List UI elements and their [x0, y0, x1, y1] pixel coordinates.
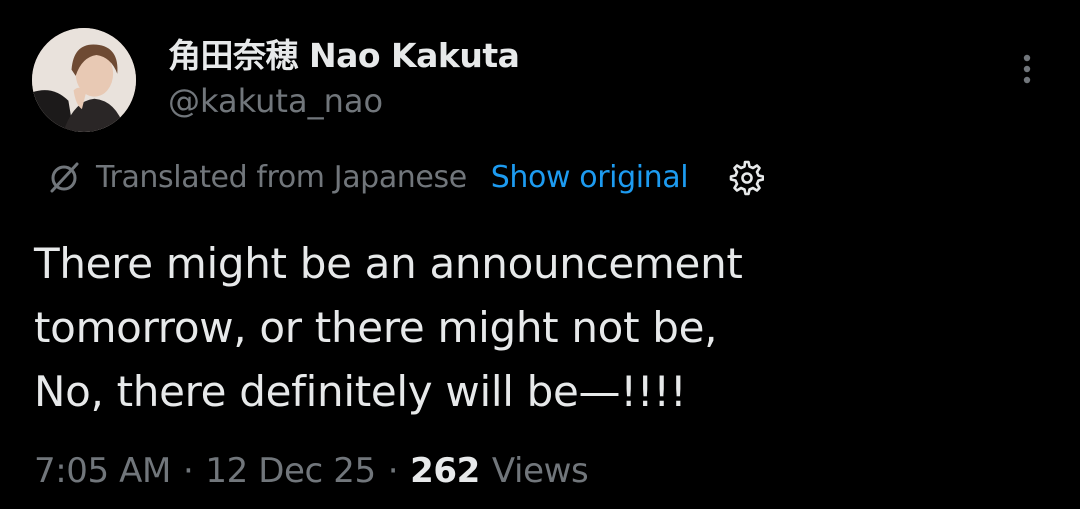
profile-photo-icon: [32, 28, 136, 132]
tweet-meta: 7:05 AM · 12 Dec 25 · 262 Views: [34, 446, 589, 496]
author-handle[interactable]: @kakuta_nao: [168, 82, 383, 120]
translation-bar: Translated from Japanese Show original: [46, 154, 765, 200]
tweet-body: There might be an announcement tomorrow,…: [34, 232, 1014, 424]
author-name-row: 角田奈穂 Nao Kakuta: [168, 29, 520, 77]
translate-slash-icon: [46, 159, 82, 195]
views-count[interactable]: 262: [410, 451, 480, 491]
meta-separator: ·: [182, 451, 194, 491]
author-display-name[interactable]: 角田奈穂 Nao Kakuta: [168, 29, 520, 77]
tweet-date[interactable]: 12 Dec 25: [205, 451, 376, 491]
gear-icon[interactable]: [726, 158, 765, 196]
tweet-text-line: There might be an announcement: [34, 239, 743, 288]
views-label[interactable]: Views: [492, 451, 589, 491]
avatar[interactable]: [32, 28, 136, 132]
meta-separator: ·: [387, 451, 399, 491]
tweet-card: 角田奈穂 Nao Kakuta @kakuta_nao Translated f…: [0, 0, 1080, 509]
tweet-time[interactable]: 7:05 AM: [34, 451, 171, 491]
show-original-link[interactable]: Show original: [491, 160, 689, 195]
more-vertical-icon: [1023, 54, 1031, 84]
tweet-text-line: No, there definitely will be—!!!!: [34, 367, 687, 416]
translated-from-label: Translated from Japanese: [96, 159, 467, 195]
tweet-text-line: tomorrow, or there might not be,: [34, 303, 718, 352]
more-options-button[interactable]: [1010, 50, 1044, 88]
